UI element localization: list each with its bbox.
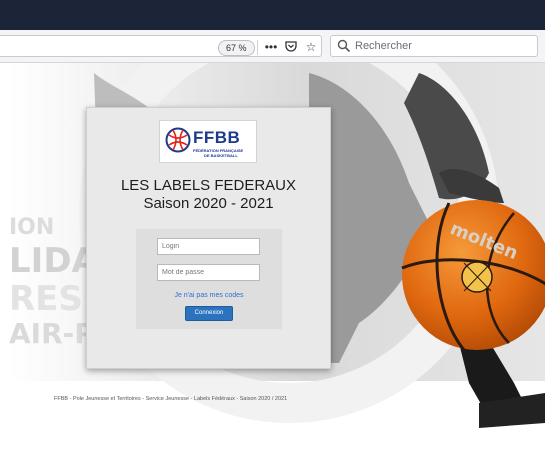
- season-subtitle: Saison 2020 - 2021: [143, 195, 274, 212]
- url-bar[interactable]: 67 % ••• ☆: [0, 35, 322, 57]
- search-input[interactable]: [355, 38, 530, 54]
- login-form: Je n'ai pas mes codes Connexion: [136, 229, 282, 329]
- logo-wordmark: FFBB: [193, 128, 241, 147]
- logo-subtitle-2: DE BASKETBALL: [204, 153, 238, 158]
- ffbb-logo: FFBB FÉDÉRATION FRANÇAISE DE BASKETBALL: [159, 120, 257, 163]
- page-title: LES LABELS FEDERAUX: [120, 177, 297, 194]
- page-content: molten ION LIDAR RESP AIR-PLA FFBB FÉDÉR…: [9, 63, 545, 450]
- search-icon: [337, 39, 351, 53]
- browser-toolbar: 67 % ••• ☆: [0, 30, 545, 63]
- password-field[interactable]: [157, 264, 260, 281]
- more-icon[interactable]: •••: [263, 39, 279, 55]
- forgot-codes-link[interactable]: Je n'ai pas mes codes: [136, 292, 282, 299]
- star-icon[interactable]: ☆: [303, 39, 319, 55]
- zoom-level-badge[interactable]: 67 %: [218, 40, 255, 56]
- url-bar-separator: [257, 40, 258, 55]
- basketball-logo-icon: [165, 127, 191, 153]
- search-box[interactable]: [330, 35, 538, 57]
- login-field[interactable]: [157, 238, 260, 255]
- browser-title-bar: [0, 0, 545, 30]
- login-panel: FFBB FÉDÉRATION FRANÇAISE DE BASKETBALL …: [86, 107, 331, 369]
- pocket-icon[interactable]: [283, 39, 299, 55]
- connexion-button[interactable]: Connexion: [185, 306, 233, 321]
- side-word-1: ION: [9, 215, 55, 240]
- basketball-image: [401, 200, 545, 351]
- footer-text: FFBB - Pole Jeunesse et Territoires - Se…: [54, 396, 288, 402]
